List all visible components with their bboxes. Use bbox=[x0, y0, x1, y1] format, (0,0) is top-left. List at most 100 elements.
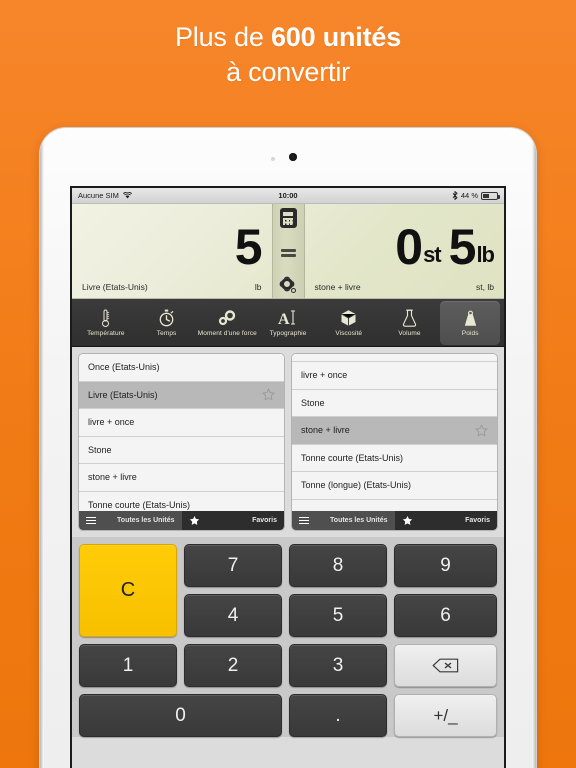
list-item-selected[interactable]: Livre (Etats-Unis) bbox=[79, 381, 284, 409]
category-tab-temperature[interactable]: Température bbox=[76, 301, 136, 345]
right-list-footer: Toutes les Unités Favoris bbox=[292, 511, 497, 530]
key-1[interactable]: 1 bbox=[79, 644, 178, 687]
list-icon bbox=[299, 515, 309, 526]
category-tab-weight[interactable]: Poids bbox=[440, 300, 501, 345]
list-item[interactable]: livre + once bbox=[292, 362, 497, 390]
unit-label: Tonne courte (Etats-Unis) bbox=[88, 499, 191, 510]
backspace-button[interactable] bbox=[394, 644, 497, 687]
list-item[interactable]: Tonne courte (Etats-Unis) bbox=[79, 491, 284, 511]
equals-icon bbox=[280, 247, 296, 260]
unit-label: livre + once bbox=[88, 417, 135, 428]
key-6[interactable]: 6 bbox=[394, 594, 497, 637]
key-decimal[interactable]: . bbox=[289, 694, 388, 737]
promo-headline: Plus de 600 unités à convertir bbox=[0, 22, 576, 89]
display-right-footer: stone + livre st, lb bbox=[315, 282, 495, 292]
front-camera-icon bbox=[289, 153, 297, 161]
status-bar-right: 44 % bbox=[452, 191, 500, 200]
promo-line-1-prefix: Plus de bbox=[174, 22, 271, 52]
category-label: Température bbox=[87, 330, 125, 337]
list-item[interactable]: Tonne (longue) (Etats-Unis) bbox=[292, 472, 497, 500]
clear-button[interactable]: C bbox=[79, 544, 178, 637]
display-left-value: 5 bbox=[234, 212, 263, 275]
battery-icon bbox=[481, 191, 500, 200]
key-2[interactable]: 2 bbox=[184, 644, 283, 687]
svg-text:A: A bbox=[278, 311, 290, 327]
key-8[interactable]: 8 bbox=[289, 544, 388, 587]
key-4[interactable]: 4 bbox=[184, 594, 283, 637]
key-9[interactable]: 9 bbox=[394, 544, 497, 587]
display-left-pane[interactable]: 5 Livre (Etats-Unis) lb bbox=[72, 204, 272, 298]
unit-label: Stone bbox=[301, 397, 325, 408]
category-tab-time[interactable]: Temps bbox=[137, 301, 197, 345]
unit-label: Tonne courte (Etats-Unis) bbox=[301, 452, 404, 463]
list-item[interactable]: Stone bbox=[79, 436, 284, 464]
key-7[interactable]: 7 bbox=[184, 544, 283, 587]
display-right-unit-abbr: st, lb bbox=[476, 282, 494, 292]
display-middle-bar bbox=[271, 204, 305, 298]
left-unit-list: Once (Etats-Unis) Livre (Etats-Unis) liv… bbox=[78, 353, 285, 531]
list-item[interactable]: livre + once bbox=[79, 409, 284, 437]
promo-line-1: Plus de 600 unités bbox=[0, 22, 576, 54]
category-tab-torque[interactable]: Moment d'une force bbox=[197, 301, 257, 345]
favorites-label: Favoris bbox=[465, 517, 490, 524]
typography-icon: A bbox=[278, 308, 298, 327]
calculator-icon[interactable] bbox=[279, 208, 297, 228]
numeric-keypad: 7 8 9 C 4 5 6 1 2 3 0 . +/_ bbox=[72, 537, 504, 737]
right-unit-list: livre + once Stone stone + livre Tonne c… bbox=[291, 353, 498, 531]
display-right-suffix-2: lb bbox=[476, 242, 495, 267]
category-label: Temps bbox=[156, 330, 177, 337]
cube-icon bbox=[340, 308, 357, 327]
category-label: Typographie bbox=[269, 330, 307, 337]
unit-label: stone + livre bbox=[88, 472, 137, 483]
weight-icon bbox=[462, 308, 479, 327]
key-3[interactable]: 3 bbox=[289, 644, 388, 687]
display-right-pane[interactable]: 0 st 5 lb stone + livre st, lb bbox=[305, 204, 505, 298]
unit-label: Stone bbox=[88, 444, 112, 455]
star-icon[interactable] bbox=[475, 423, 488, 437]
sign-toggle-button[interactable]: +/_ bbox=[394, 694, 497, 737]
list-item[interactable]: Stone bbox=[292, 389, 497, 417]
left-unit-rows: Once (Etats-Unis) Livre (Etats-Unis) liv… bbox=[79, 354, 284, 511]
gear-icon[interactable] bbox=[281, 278, 296, 293]
category-tab-volume[interactable]: Volume bbox=[380, 301, 440, 345]
right-unit-rows: livre + once Stone stone + livre Tonne c… bbox=[292, 354, 497, 511]
favorites-segment[interactable]: Favoris bbox=[394, 511, 497, 530]
display-right-unit-name: stone + livre bbox=[314, 282, 361, 292]
tablet-device: Aucune SIM 10:00 44 % 5 Livre (Etats-Uni… bbox=[40, 128, 536, 768]
unit-label: Livre (Etats-Unis) bbox=[88, 389, 158, 400]
list-item-partial[interactable] bbox=[292, 354, 497, 362]
list-item[interactable]: stone + livre bbox=[79, 464, 284, 492]
battery-percent-label: 44 % bbox=[460, 191, 478, 200]
ambient-sensor-icon bbox=[271, 157, 275, 161]
unit-label: Once (Etats-Unis) bbox=[88, 362, 160, 373]
category-tab-viscosity[interactable]: Viscosité bbox=[319, 301, 379, 345]
star-icon[interactable] bbox=[262, 388, 275, 401]
promo-line-1-bold: 600 unités bbox=[270, 22, 402, 52]
list-item-selected[interactable]: stone + livre bbox=[292, 417, 497, 445]
list-item[interactable]: Tonne courte (Etats-Unis) bbox=[292, 444, 497, 472]
stopwatch-icon bbox=[158, 308, 175, 327]
all-units-segment[interactable]: Toutes les Unités bbox=[292, 511, 395, 530]
favorites-label: Favoris bbox=[252, 517, 277, 524]
key-5[interactable]: 5 bbox=[289, 594, 388, 637]
unit-label: stone + livre bbox=[301, 425, 350, 436]
flask-icon bbox=[402, 308, 417, 327]
favorites-segment[interactable]: Favoris bbox=[181, 511, 284, 530]
thermometer-icon bbox=[101, 308, 110, 327]
bluetooth-icon bbox=[452, 191, 458, 200]
list-item[interactable]: Once (Etats-Unis) bbox=[79, 354, 284, 382]
list-icon bbox=[86, 515, 96, 526]
category-toolbar: Température Temps Moment d'une force A T… bbox=[72, 299, 504, 347]
display-left-number: 5 bbox=[234, 219, 263, 275]
key-0[interactable]: 0 bbox=[79, 694, 283, 737]
display-left-unit-name: Livre (Etats-Unis) bbox=[82, 282, 148, 292]
display-right-value: 0 st 5 lb bbox=[395, 212, 495, 272]
left-list-footer: Toutes les Unités Favoris bbox=[79, 511, 284, 530]
star-icon bbox=[402, 515, 412, 525]
all-units-segment[interactable]: Toutes les Unités bbox=[79, 511, 182, 530]
unit-label: Tonne (longue) (Etats-Unis) bbox=[301, 480, 412, 491]
device-screen: Aucune SIM 10:00 44 % 5 Livre (Etats-Uni… bbox=[70, 186, 506, 768]
promo-line-2: à convertir bbox=[226, 56, 350, 87]
unit-lists: Once (Etats-Unis) Livre (Etats-Unis) liv… bbox=[72, 347, 504, 537]
category-tab-typography[interactable]: A Typographie bbox=[258, 301, 318, 345]
